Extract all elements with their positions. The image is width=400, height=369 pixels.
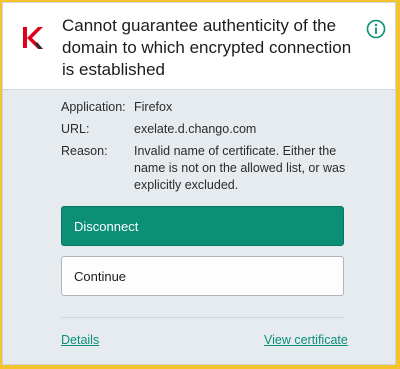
url-label: URL:	[61, 122, 90, 136]
reason-label: Reason:	[61, 144, 108, 158]
footer-divider	[61, 317, 344, 318]
url-row: URL: exelate.d.chango.com	[61, 121, 354, 138]
dialog-title: Cannot guarantee authenticity of the dom…	[62, 16, 352, 79]
application-label: Application:	[61, 100, 126, 114]
application-row: Application: Firefox	[61, 99, 354, 116]
info-icon[interactable]	[366, 19, 386, 39]
application-value: Firefox	[134, 100, 173, 114]
disconnect-button[interactable]: Disconnect	[61, 206, 344, 246]
view-certificate-link[interactable]: View certificate	[264, 333, 348, 347]
kaspersky-logo-icon	[23, 27, 43, 49]
url-value: exelate.d.chango.com	[134, 122, 257, 136]
reason-value: Invalid name of certificate. Either the …	[134, 144, 346, 192]
reason-row: Reason: Invalid name of certificate. Eit…	[61, 143, 354, 194]
connection-details: Application: Firefox URL: exelate.d.chan…	[61, 99, 354, 199]
dialog-header: Cannot guarantee authenticity of the dom…	[3, 3, 395, 90]
details-link[interactable]: Details	[61, 333, 99, 347]
continue-button[interactable]: Continue	[61, 256, 344, 296]
security-alert-dialog: Cannot guarantee authenticity of the dom…	[2, 2, 396, 365]
